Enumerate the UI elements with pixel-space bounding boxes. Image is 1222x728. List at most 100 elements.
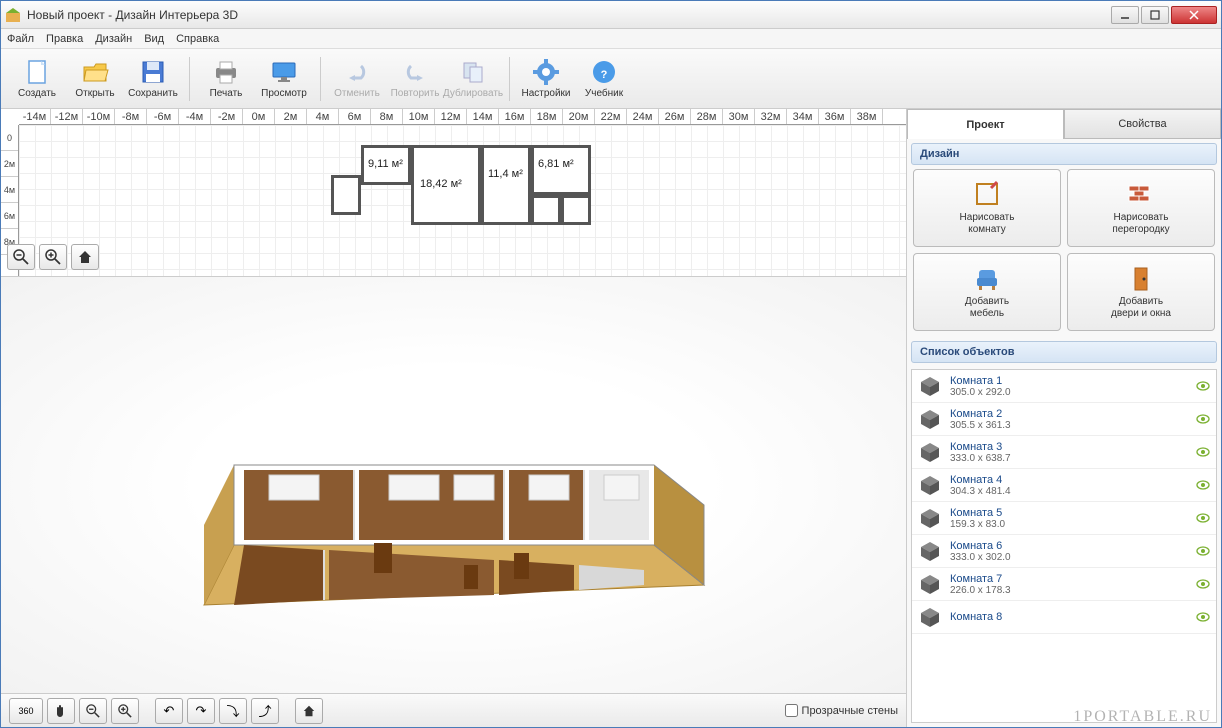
ruler-tick: 6м	[1, 203, 18, 229]
list-item[interactable]: Комната 8	[912, 601, 1216, 634]
object-name: Комната 2	[950, 408, 1196, 420]
ruler-tick: 0	[1, 125, 18, 151]
rotate-left-button[interactable]: ↶	[155, 698, 183, 724]
list-item[interactable]: Комната 2305.5 x 361.3	[912, 403, 1216, 436]
minimize-button[interactable]	[1111, 6, 1139, 24]
cube-icon	[918, 407, 942, 431]
undo-icon	[343, 58, 371, 86]
plan-2d-tools	[7, 244, 99, 270]
object-dimensions: 333.0 x 302.0	[950, 552, 1196, 563]
tutorial-button[interactable]: ?Учебник	[576, 52, 632, 106]
zoom-out-button[interactable]	[7, 244, 35, 270]
add-furniture-button[interactable]: Добавить мебель	[913, 253, 1061, 331]
add-doors-windows-button[interactable]: Добавить двери и окна	[1067, 253, 1215, 331]
design-actions: Нарисовать комнату Нарисовать перегородк…	[907, 169, 1221, 337]
app-window: Новый проект - Дизайн Интерьера 3D Файл …	[0, 0, 1222, 728]
settings-button[interactable]: Настройки	[518, 52, 574, 106]
transparent-walls-checkbox[interactable]: Прозрачные стены	[785, 704, 898, 717]
draw-room-button[interactable]: Нарисовать комнату	[913, 169, 1061, 247]
tab-properties[interactable]: Свойства	[1064, 109, 1221, 139]
plan-2d[interactable]: -14м-12м-10м-8м-6м-4м-2м0м2м4м6м8м10м12м…	[1, 109, 906, 277]
home-icon	[302, 704, 316, 718]
open-button[interactable]: Открыть	[67, 52, 123, 106]
object-list[interactable]: Комната 1305.0 x 292.0 Комната 2305.5 x …	[911, 369, 1217, 723]
menu-design[interactable]: Дизайн	[95, 33, 132, 45]
eye-icon[interactable]	[1196, 478, 1210, 492]
cube-icon	[918, 605, 942, 629]
titlebar: Новый проект - Дизайн Интерьера 3D	[1, 1, 1221, 29]
ruler-tick: 2м	[1, 151, 18, 177]
eye-icon[interactable]	[1196, 511, 1210, 525]
menu-edit[interactable]: Правка	[46, 33, 83, 45]
eye-icon[interactable]	[1196, 610, 1210, 624]
home-3d-button[interactable]	[295, 698, 323, 724]
list-item[interactable]: Комната 6333.0 x 302.0	[912, 535, 1216, 568]
redo-button[interactable]: Повторить	[387, 52, 443, 106]
view-3d[interactable]	[1, 277, 906, 693]
object-name: Комната 3	[950, 441, 1196, 453]
maximize-button[interactable]	[1141, 6, 1169, 24]
undo-button[interactable]: Отменить	[329, 52, 385, 106]
menu-view[interactable]: Вид	[144, 33, 164, 45]
cube-icon	[918, 539, 942, 563]
door-icon	[1127, 264, 1155, 292]
list-item[interactable]: Комната 4304.3 x 481.4	[912, 469, 1216, 502]
zoom-in-button[interactable]	[39, 244, 67, 270]
ruler-tick: 10м	[403, 109, 435, 124]
preview-button[interactable]: Просмотр	[256, 52, 312, 106]
tilt-up-button[interactable]: ⤴	[251, 698, 279, 724]
object-dimensions: 305.5 x 361.3	[950, 420, 1196, 431]
rotate-360-button[interactable]: 360	[9, 698, 43, 724]
model-3d	[174, 325, 734, 645]
object-name: Комната 8	[950, 611, 1196, 623]
cube-icon	[918, 440, 942, 464]
eye-icon[interactable]	[1196, 412, 1210, 426]
save-button[interactable]: Сохранить	[125, 52, 181, 106]
armchair-icon	[973, 264, 1001, 292]
object-dimensions: 304.3 x 481.4	[950, 486, 1196, 497]
menu-help[interactable]: Справка	[176, 33, 219, 45]
duplicate-button[interactable]: Дублировать	[445, 52, 501, 106]
ruler-tick: 4м	[1, 177, 18, 203]
save-icon	[139, 58, 167, 86]
home-icon	[77, 249, 93, 265]
eye-icon[interactable]	[1196, 544, 1210, 558]
eye-icon[interactable]	[1196, 379, 1210, 393]
ruler-tick: 26м	[659, 109, 691, 124]
rotate-right-button[interactable]: ↷	[187, 698, 215, 724]
printer-icon	[212, 58, 240, 86]
toolbar: Создать Открыть Сохранить Печать Просмот…	[1, 49, 1221, 109]
floorplan-2d[interactable]: 7,2 м² 18,42 м² 11,4 м² 6,81 м² 9,11 м²	[361, 145, 601, 245]
ruler-tick: -4м	[179, 109, 211, 124]
list-item[interactable]: Комната 5159.3 x 83.0	[912, 502, 1216, 535]
draw-partition-button[interactable]: Нарисовать перегородку	[1067, 169, 1215, 247]
eye-icon[interactable]	[1196, 577, 1210, 591]
zoom-out-3d-button[interactable]	[79, 698, 107, 724]
home-button[interactable]	[71, 244, 99, 270]
list-item[interactable]: Комната 7226.0 x 178.3	[912, 568, 1216, 601]
print-button[interactable]: Печать	[198, 52, 254, 106]
ruler-tick: 2м	[275, 109, 307, 124]
zoom-in-icon	[118, 704, 132, 718]
tilt-down-button[interactable]: ⤵	[219, 698, 247, 724]
ruler-tick: -12м	[51, 109, 83, 124]
zoom-in-3d-button[interactable]	[111, 698, 139, 724]
close-button[interactable]	[1171, 6, 1217, 24]
pan-button[interactable]	[47, 698, 75, 724]
cube-icon	[918, 572, 942, 596]
ruler-tick: 16м	[499, 109, 531, 124]
list-item[interactable]: Комната 1305.0 x 292.0	[912, 370, 1216, 403]
ruler-tick: 0м	[243, 109, 275, 124]
side-panel: Проект Свойства Дизайн Нарисовать комнат…	[907, 109, 1221, 727]
object-name: Комната 7	[950, 573, 1196, 585]
object-dimensions: 333.0 x 638.7	[950, 453, 1196, 464]
object-dimensions: 159.3 x 83.0	[950, 519, 1196, 530]
create-button[interactable]: Создать	[9, 52, 65, 106]
ruler-tick: -8м	[115, 109, 147, 124]
eye-icon[interactable]	[1196, 445, 1210, 459]
tab-project[interactable]: Проект	[907, 109, 1064, 139]
ruler-tick: 22м	[595, 109, 627, 124]
list-item[interactable]: Комната 3333.0 x 638.7	[912, 436, 1216, 469]
menu-file[interactable]: Файл	[7, 33, 34, 45]
brick-wall-icon	[1127, 180, 1155, 208]
